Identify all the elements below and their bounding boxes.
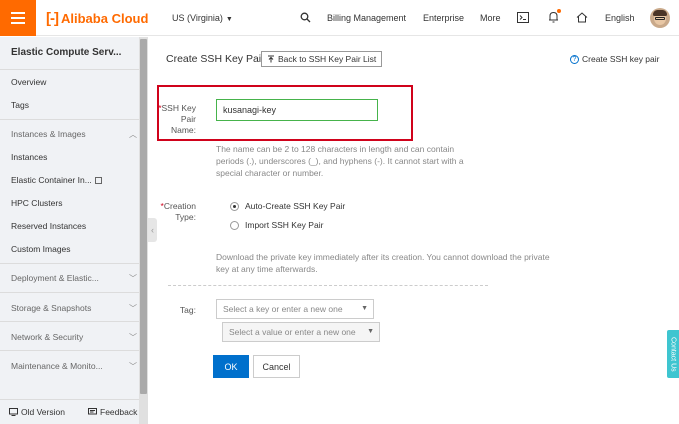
monitor-icon <box>9 408 18 416</box>
help-icon: ? <box>570 54 579 64</box>
tag-label: Tag: <box>179 305 196 315</box>
sidebar-footer: Old Version Feedback <box>0 399 139 424</box>
tag-key-select[interactable]: Select a key or enter a new one ▼ <box>216 299 374 319</box>
tag-value-placeholder: Select a value or enter a new one <box>229 327 356 337</box>
top-navigation-bar: [-] Alibaba Cloud US (Virginia) ▼ Billing… <box>0 0 679 36</box>
brand-name: Alibaba Cloud <box>61 11 149 26</box>
chevron-down-icon[interactable]: ﹀ <box>129 303 137 314</box>
logo-mark-icon: [-] <box>46 10 59 27</box>
chevron-down-icon[interactable]: ﹀ <box>129 273 137 284</box>
divider <box>0 350 139 351</box>
page-title: Create SSH Key Pair <box>166 53 265 65</box>
sidebar-group-deployment[interactable]: Deployment & Elastic... <box>11 273 99 283</box>
old-version-button[interactable]: Old Version <box>9 407 65 417</box>
chevron-down-icon[interactable]: ﹀ <box>129 332 137 343</box>
divider <box>0 263 139 264</box>
divider <box>0 69 139 70</box>
divider <box>0 321 139 322</box>
brand-logo[interactable]: [-] Alibaba Cloud <box>46 10 148 27</box>
name-hint-text: The name can be 2 to 128 characters in l… <box>216 143 478 179</box>
divider <box>0 119 139 120</box>
back-to-list-button[interactable]: Back to SSH Key Pair List <box>261 51 383 67</box>
tag-value-select[interactable]: Select a value or enter a new one ▼ <box>222 322 380 342</box>
sidebar-item-reserved-instances[interactable]: Reserved Instances <box>11 221 86 231</box>
contact-us-tab[interactable]: Contact Us <box>667 330 679 378</box>
radio-auto-create[interactable]: Auto-Create SSH Key Pair <box>230 201 345 211</box>
caret-down-icon: ▼ <box>367 328 374 335</box>
hint-line: Download the private key immediately aft… <box>216 252 550 262</box>
radio-button-checked[interactable] <box>230 201 239 211</box>
creation-type-hint-text: Download the private key immediately aft… <box>216 251 566 275</box>
feedback-button[interactable]: Feedback <box>88 407 137 417</box>
chevron-down-icon[interactable]: ﹀ <box>129 361 137 372</box>
old-version-label: Old Version <box>21 407 65 417</box>
tag-key-placeholder: Select a key or enter a new one <box>223 304 343 314</box>
caret-down-icon: ▼ <box>361 305 368 312</box>
help-link-label: Create SSH key pair <box>582 54 660 64</box>
sidebar-item-hpc-clusters[interactable]: HPC Clusters <box>11 198 62 208</box>
enterprise-link[interactable]: Enterprise <box>423 13 464 23</box>
sidebar-title[interactable]: Elastic Compute Serv... <box>11 47 121 58</box>
sidebar-item-custom-images[interactable]: Custom Images <box>11 244 71 254</box>
sidebar-group-storage[interactable]: Storage & Snapshots <box>11 303 91 313</box>
back-arrow-icon <box>268 55 274 63</box>
terminal-icon[interactable] <box>516 10 530 24</box>
ok-button[interactable]: OK <box>213 355 249 378</box>
scrollbar-thumb[interactable] <box>140 39 147 394</box>
label-line: Creation <box>163 201 196 211</box>
creation-type-label: *Creation Type: <box>158 201 196 223</box>
divider <box>0 292 139 293</box>
chevron-left-icon: ‹ <box>151 225 154 235</box>
menu-icon[interactable] <box>0 0 36 36</box>
sidebar-item-label: Elastic Container In... <box>11 175 92 185</box>
sidebar-item-instances[interactable]: Instances <box>11 152 47 162</box>
hint-line: The name can be 2 to 128 characters in l… <box>216 144 455 154</box>
key-pair-name-label: *SSH Key Pair Name: <box>158 103 196 136</box>
feedback-icon <box>88 408 97 415</box>
sidebar-group-instances-images[interactable]: Instances & Images <box>11 129 86 139</box>
sidebar-collapse-handle[interactable]: ‹ <box>148 218 157 242</box>
billing-management-link[interactable]: Billing Management <box>327 13 406 23</box>
feedback-label: Feedback <box>100 407 138 417</box>
sidebar-group-network[interactable]: Network & Security <box>11 332 83 342</box>
hint-line: key at any time afterwards. <box>216 264 318 274</box>
sidebar: Elastic Compute Serv... Overview Tags In… <box>0 37 148 424</box>
region-label: US (Virginia) <box>172 13 223 23</box>
section-divider <box>168 285 488 286</box>
more-link[interactable]: More <box>480 13 501 23</box>
label-line: Type: <box>175 212 196 222</box>
region-selector[interactable]: US (Virginia) ▼ <box>172 13 233 23</box>
search-icon[interactable] <box>298 10 312 24</box>
sidebar-group-maintenance[interactable]: Maintenance & Monito... <box>11 361 103 371</box>
caret-down-icon: ▼ <box>225 16 233 23</box>
sidebar-item-overview[interactable]: Overview <box>11 77 46 87</box>
language-selector[interactable]: English <box>605 13 635 23</box>
radio-label: Import SSH Key Pair <box>245 220 324 230</box>
cancel-button[interactable]: Cancel <box>253 355 300 378</box>
external-link-icon <box>94 177 102 184</box>
hint-line: periods (.), underscores (_), and hyphen… <box>216 156 464 166</box>
chevron-up-icon[interactable]: ︿ <box>129 129 137 140</box>
sidebar-item-elastic-container[interactable]: Elastic Container In... <box>11 175 102 185</box>
radio-button[interactable] <box>230 220 239 230</box>
radio-label: Auto-Create SSH Key Pair <box>245 201 346 211</box>
label-line: Name: <box>170 125 196 135</box>
home-icon[interactable] <box>575 10 589 24</box>
sidebar-scrollbar[interactable] <box>139 37 148 424</box>
notification-dot <box>557 9 561 13</box>
notification-bell-icon[interactable] <box>546 9 561 24</box>
radio-import[interactable]: Import SSH Key Pair <box>230 220 323 230</box>
user-avatar[interactable] <box>650 8 670 28</box>
hint-line: special character or number. <box>216 168 324 178</box>
key-pair-name-input[interactable] <box>216 99 378 121</box>
sidebar-item-tags[interactable]: Tags <box>11 100 29 110</box>
label-line: SSH Key <box>161 103 197 113</box>
back-button-label: Back to SSH Key Pair List <box>278 54 377 64</box>
label-line: Pair <box>180 114 196 124</box>
create-ssh-key-help-link[interactable]: ? Create SSH key pair <box>570 54 659 64</box>
